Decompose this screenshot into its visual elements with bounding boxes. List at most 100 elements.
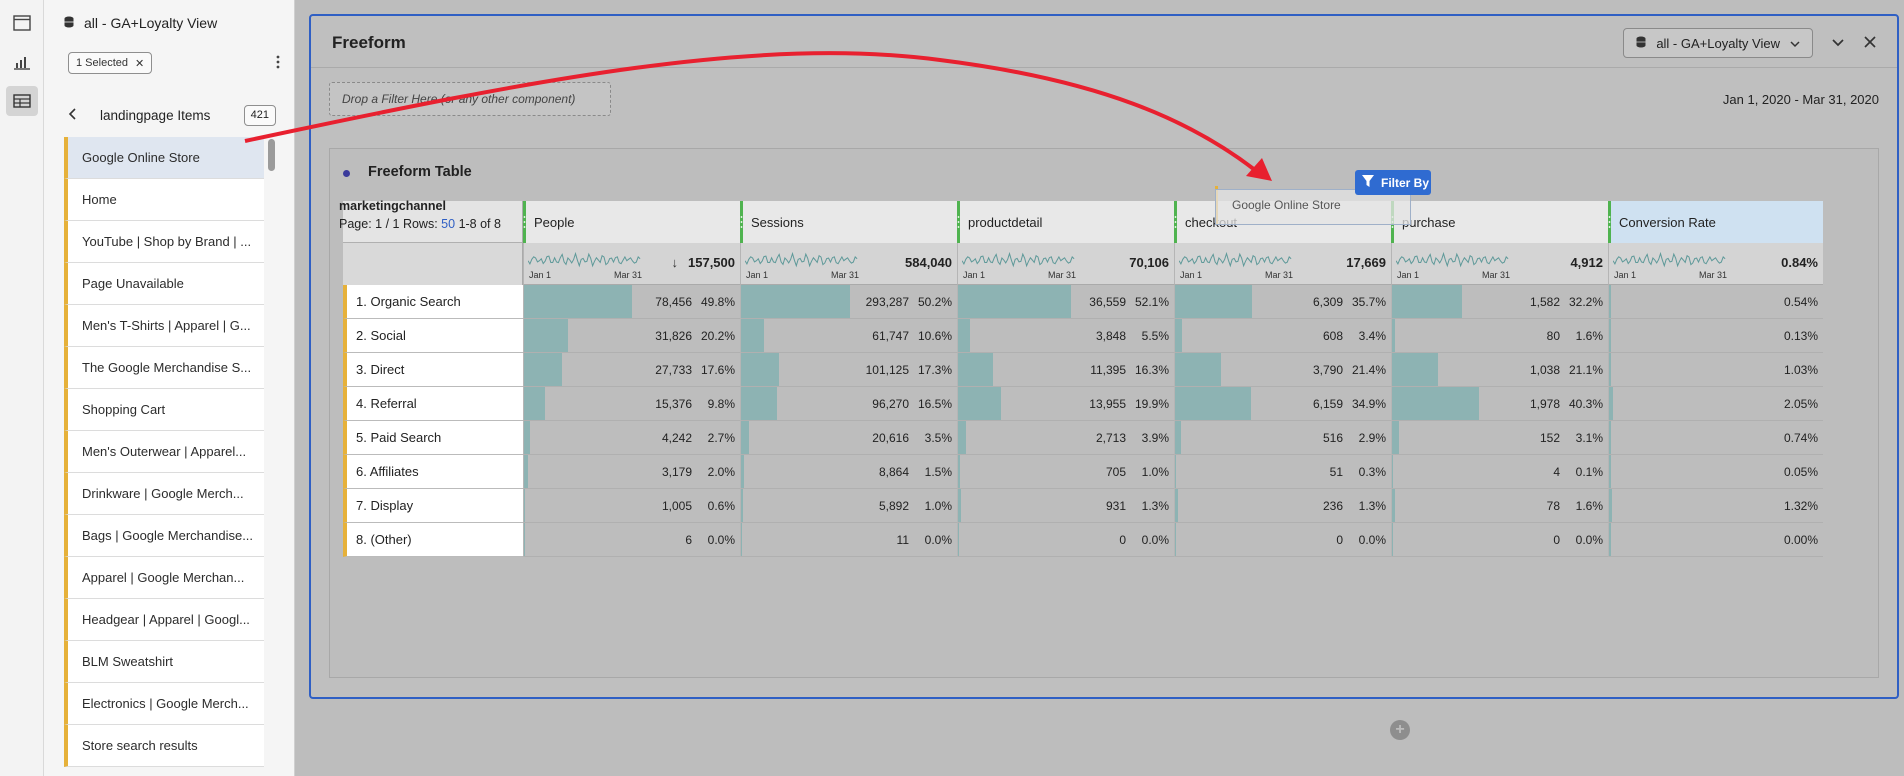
table-cell[interactable]: 3,790 21.4%	[1174, 353, 1391, 387]
table-cell[interactable]: 27,733 17.6%	[523, 353, 740, 387]
panel-icon[interactable]	[6, 8, 38, 38]
table-cell[interactable]: 31,826 20.2%	[523, 319, 740, 353]
table-row-label[interactable]: 6. Affiliates	[343, 455, 523, 489]
list-item[interactable]: Men's T-Shirts | Apparel | G...	[64, 305, 264, 347]
metric-header[interactable]: Conversion Rate	[1608, 201, 1823, 243]
table-row-label[interactable]: 3. Direct	[343, 353, 523, 387]
drag-handle-icon[interactable]	[1608, 214, 1611, 230]
table-cell[interactable]: 2,713 3.9%	[957, 421, 1174, 455]
dimension-label[interactable]: marketingchannel	[339, 199, 446, 213]
table-cell[interactable]: 0.13%	[1608, 319, 1823, 353]
table-cell[interactable]: 61,747 10.6%	[740, 319, 957, 353]
close-icon[interactable]	[1861, 33, 1879, 51]
metric-header[interactable]: purchase	[1391, 201, 1608, 243]
scrollbar-thumb[interactable]	[268, 139, 275, 171]
table-cell[interactable]: 293,287 50.2%	[740, 285, 957, 319]
table-cell[interactable]: 1.03%	[1608, 353, 1823, 387]
table-cell[interactable]: 6,159 34.9%	[1174, 387, 1391, 421]
table-cell[interactable]: 11,395 16.3%	[957, 353, 1174, 387]
chevron-left-icon[interactable]	[68, 107, 84, 123]
table-cell[interactable]: 516 2.9%	[1174, 421, 1391, 455]
table-cell[interactable]: 1,978 40.3%	[1391, 387, 1608, 421]
list-item[interactable]: YouTube | Shop by Brand | ...	[64, 221, 264, 263]
table-cell[interactable]: 0.00%	[1608, 523, 1823, 557]
table-cell[interactable]: 96,270 16.5%	[740, 387, 957, 421]
metric-header[interactable]: Sessions	[740, 201, 957, 243]
drag-handle-icon[interactable]	[1174, 214, 1177, 230]
table-cell[interactable]: 78 1.6%	[1391, 489, 1608, 523]
table-row-label[interactable]: 8. (Other)	[343, 523, 523, 557]
list-item[interactable]: Bags | Google Merchandise...	[64, 515, 264, 557]
filter-drop-zone[interactable]: Drop a Filter Here (or any other compone…	[329, 82, 611, 116]
table-cell[interactable]: 4,242 2.7%	[523, 421, 740, 455]
table-cell[interactable]: 101,125 17.3%	[740, 353, 957, 387]
table-cell[interactable]: 11 0.0%	[740, 523, 957, 557]
table-row-label[interactable]: 4. Referral	[343, 387, 523, 421]
list-item[interactable]: Apparel | Google Merchan...	[64, 557, 264, 599]
table-row-label[interactable]: 1. Organic Search	[343, 285, 523, 319]
table-cell[interactable]: 0 0.0%	[957, 523, 1174, 557]
list-item[interactable]: Electronics | Google Merch...	[64, 683, 264, 725]
list-item[interactable]: The Google Merchandise S...	[64, 347, 264, 389]
table-cell[interactable]: 3,848 5.5%	[957, 319, 1174, 353]
close-icon[interactable]: ✕	[135, 57, 144, 70]
table-cell[interactable]: 0.05%	[1608, 455, 1823, 489]
table-cell[interactable]: 0 0.0%	[1174, 523, 1391, 557]
table-cell[interactable]: 931 1.3%	[957, 489, 1174, 523]
table-cell[interactable]: 0 0.0%	[1391, 523, 1608, 557]
table-cell[interactable]: 15,376 9.8%	[523, 387, 740, 421]
sort-desc-icon[interactable]: ↓	[672, 255, 679, 270]
list-item[interactable]: BLM Sweatshirt	[64, 641, 264, 683]
table-cell[interactable]: 705 1.0%	[957, 455, 1174, 489]
table-cell[interactable]: 1,582 32.2%	[1391, 285, 1608, 319]
drag-handle-icon[interactable]	[523, 214, 526, 230]
table-cell[interactable]: 80 1.6%	[1391, 319, 1608, 353]
table-cell[interactable]: 20,616 3.5%	[740, 421, 957, 455]
date-range[interactable]: Jan 1, 2020 - Mar 31, 2020	[1723, 92, 1879, 107]
list-item[interactable]: Men's Outerwear | Apparel...	[64, 431, 264, 473]
table-cell[interactable]: 2.05%	[1608, 387, 1823, 421]
table-cell[interactable]: 5,892 1.0%	[740, 489, 957, 523]
table-components-icon[interactable]	[6, 86, 38, 116]
table-cell[interactable]: 13,955 19.9%	[957, 387, 1174, 421]
table-cell[interactable]: 3,179 2.0%	[523, 455, 740, 489]
rows-per-page[interactable]: 50	[441, 217, 455, 231]
table-cell[interactable]: 0.54%	[1608, 285, 1823, 319]
table-cell[interactable]: 6,309 35.7%	[1174, 285, 1391, 319]
table-row-label[interactable]: 7. Display	[343, 489, 523, 523]
list-item[interactable]: Drinkware | Google Merch...	[64, 473, 264, 515]
table-cell[interactable]: 236 1.3%	[1174, 489, 1391, 523]
table-row-label[interactable]: 5. Paid Search	[343, 421, 523, 455]
drag-handle-icon[interactable]	[957, 214, 960, 230]
list-item[interactable]: Google Online Store	[64, 137, 264, 179]
add-panel-button[interactable]: +	[1390, 720, 1410, 740]
collapse-chevron-icon[interactable]	[1829, 33, 1847, 51]
list-item[interactable]: Page Unavailable	[64, 263, 264, 305]
table-cell[interactable]: 1,005 0.6%	[523, 489, 740, 523]
drag-handle-icon[interactable]	[740, 214, 743, 230]
table-cell[interactable]: 78,456 49.8%	[523, 285, 740, 319]
list-item[interactable]: Store search results	[64, 725, 264, 767]
list-item[interactable]: Shopping Cart	[64, 389, 264, 431]
more-options-icon[interactable]	[274, 54, 282, 70]
table-cell[interactable]: 152 3.1%	[1391, 421, 1608, 455]
table-cell[interactable]: 0.74%	[1608, 421, 1823, 455]
list-item[interactable]: Home	[64, 179, 264, 221]
visualization-icon[interactable]	[6, 47, 38, 77]
table-cell[interactable]: 51 0.3%	[1174, 455, 1391, 489]
table-row-label[interactable]: 2. Social	[343, 319, 523, 353]
table-cell[interactable]: 6 0.0%	[523, 523, 740, 557]
filter-by-button[interactable]: Filter By	[1355, 170, 1431, 195]
metric-header[interactable]: People	[523, 201, 740, 243]
selected-chip[interactable]: 1 Selected ✕	[68, 52, 153, 74]
metric-header[interactable]: productdetail	[957, 201, 1174, 243]
table-cell[interactable]: 608 3.4%	[1174, 319, 1391, 353]
table-cell[interactable]: 8,864 1.5%	[740, 455, 957, 489]
table-cell[interactable]: 4 0.1%	[1391, 455, 1608, 489]
table-cell[interactable]: 36,559 52.1%	[957, 285, 1174, 319]
table-cell[interactable]: 1,038 21.1%	[1391, 353, 1608, 387]
panel-data-source-dropdown[interactable]: all - GA+Loyalty View	[1623, 28, 1813, 58]
list-item[interactable]: Headgear | Apparel | Googl...	[64, 599, 264, 641]
data-source-selector[interactable]: all - GA+Loyalty View	[64, 15, 217, 31]
table-cell[interactable]: 1.32%	[1608, 489, 1823, 523]
